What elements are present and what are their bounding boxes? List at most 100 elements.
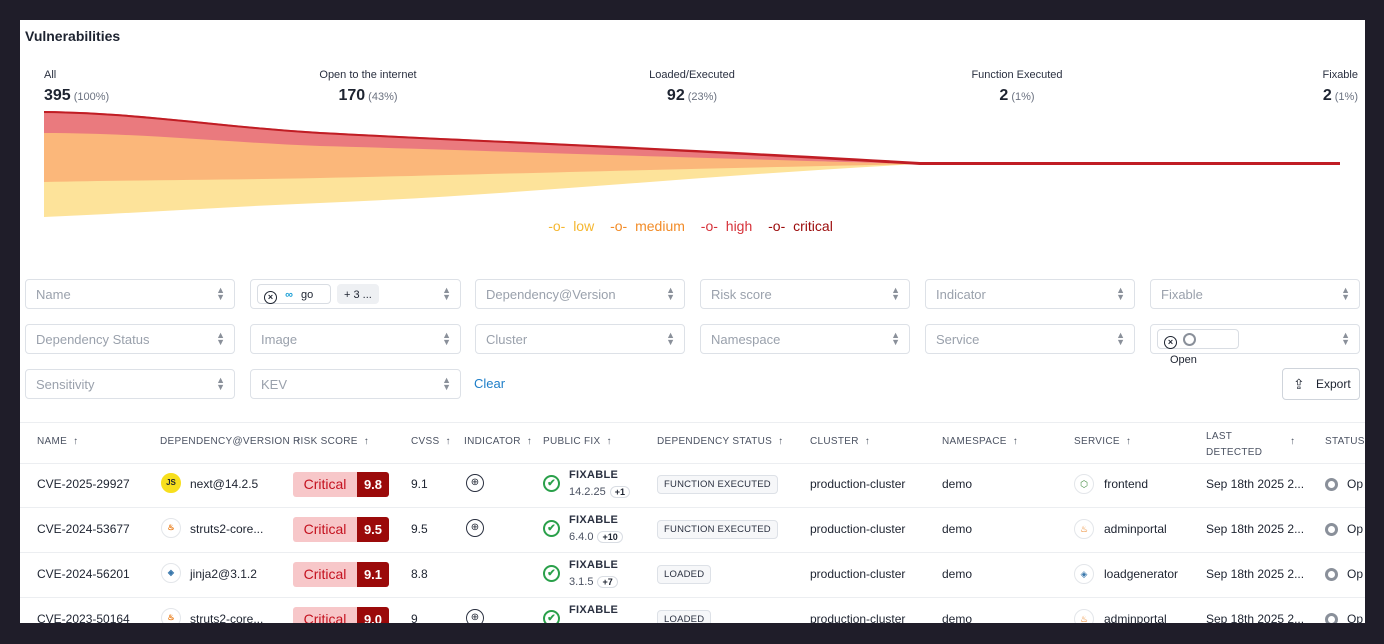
- col-indicator[interactable]: INDICATOR ↑: [464, 436, 532, 447]
- sort-icon: ↑: [606, 436, 612, 447]
- table-row[interactable]: CVE-2024-53677 ♨ struts2-core... Critica…: [20, 507, 1365, 553]
- filter-placeholder: Risk score: [711, 287, 772, 302]
- namespace: demo: [942, 522, 973, 536]
- filter-language[interactable]: × ∞ go + 3 ... ▲ ▼: [250, 279, 461, 309]
- filter-placeholder: Cluster: [486, 332, 528, 347]
- col-name[interactable]: NAME ↑: [37, 436, 78, 447]
- sort-icon: ↑: [1125, 436, 1132, 447]
- updown-icon: ▲ ▼: [1116, 330, 1125, 347]
- cvss: 8.8: [411, 567, 428, 581]
- filter-risk-score[interactable]: Risk score ▲ ▼: [700, 279, 910, 309]
- last-detected: Sep 18th 2025 2...: [1206, 612, 1305, 623]
- open-status-icon: [1325, 523, 1338, 536]
- cluster: production-cluster: [810, 612, 906, 623]
- python-icon: ◈: [161, 563, 181, 583]
- last-detected: Sep 18th 2025 2...: [1206, 477, 1305, 491]
- table-row[interactable]: CVE-2023-50164 ♨ struts2-core... Critica…: [20, 597, 1365, 623]
- legend-critical[interactable]: -o- critical: [768, 218, 837, 234]
- updown-icon: ▲ ▼: [1341, 285, 1350, 302]
- col-dependency-status[interactable]: DEPENDENCY STATUS ↑: [657, 436, 783, 447]
- dependency: next@14.2.5: [190, 477, 259, 491]
- col-status[interactable]: STATUS: [1325, 436, 1365, 447]
- filter-sensitivity[interactable]: Sensitivity ▲ ▼: [25, 369, 235, 399]
- cluster: production-cluster: [810, 567, 906, 581]
- cve-name[interactable]: CVE-2024-53677: [37, 522, 130, 536]
- cve-name[interactable]: CVE-2023-50164: [37, 612, 130, 623]
- filter-name[interactable]: Name ▲ ▼: [25, 279, 235, 309]
- filter-image[interactable]: Image ▲ ▼: [250, 324, 461, 354]
- go-icon: ∞: [285, 289, 293, 301]
- filter-namespace[interactable]: Namespace ▲ ▼: [700, 324, 910, 354]
- status: Op: [1347, 612, 1364, 623]
- dependency-status-badge: FUNCTION EXECUTED: [657, 475, 778, 494]
- fix-version: 14.2.25 +1: [569, 486, 630, 498]
- filter-status[interactable]: × Open ▲ ▼: [1150, 324, 1360, 366]
- filter-dependency-status[interactable]: Dependency Status ▲ ▼: [25, 324, 235, 354]
- sort-icon: ↑: [73, 436, 79, 447]
- col-last-detected[interactable]: LAST DETECTED: [1206, 429, 1262, 461]
- service: adminportal: [1104, 612, 1167, 623]
- cve-name[interactable]: CVE-2025-29927: [37, 477, 130, 491]
- open-status-icon: [1325, 568, 1338, 581]
- legend-high[interactable]: -o- high: [701, 218, 756, 234]
- export-label: Export: [1316, 377, 1351, 391]
- namespace: demo: [942, 612, 973, 623]
- updown-icon: ▲ ▼: [442, 375, 451, 392]
- legend-low[interactable]: -o- low: [548, 218, 598, 234]
- updown-icon: ▲ ▼: [666, 330, 675, 347]
- dependency-status-badge: LOADED: [657, 565, 712, 584]
- export-button[interactable]: ⇪ Export: [1282, 368, 1360, 400]
- filter-placeholder: Namespace: [711, 332, 781, 347]
- internet-exposed-icon: ⊕: [466, 519, 484, 537]
- col-risk-score[interactable]: RISK SCORE ↑: [293, 436, 369, 447]
- risk-score-badge: Critical 9.8: [293, 472, 389, 497]
- filter-service[interactable]: Service ▲ ▼: [925, 324, 1135, 354]
- updown-icon: ▲ ▼: [666, 285, 675, 302]
- last-detected: Sep 18th 2025 2...: [1206, 522, 1305, 536]
- wrench-icon: ✔: [543, 475, 560, 492]
- updown-icon: ▲ ▼: [891, 285, 900, 302]
- clear-filters-link[interactable]: Clear: [474, 376, 505, 391]
- col-namespace[interactable]: NAMESPACE ↑: [942, 436, 1018, 447]
- sort-icon: ↑: [363, 436, 369, 447]
- last-detected: Sep 18th 2025 2...: [1206, 567, 1305, 581]
- cvss: 9.1: [411, 477, 428, 491]
- remove-chip-icon[interactable]: ×: [1164, 336, 1177, 349]
- table-row[interactable]: CVE-2025-29927 JS next@14.2.5 Critical 9.…: [20, 462, 1365, 508]
- status-chip[interactable]: × Open: [1157, 329, 1239, 366]
- language-chip[interactable]: × ∞ go: [257, 284, 331, 304]
- cluster: production-cluster: [810, 522, 906, 536]
- legend-medium[interactable]: -o- medium: [610, 218, 689, 234]
- filter-cluster[interactable]: Cluster ▲ ▼: [475, 324, 685, 354]
- internet-exposed-icon: ⊕: [466, 474, 484, 492]
- remove-chip-icon[interactable]: ×: [264, 291, 277, 304]
- filter-indicator[interactable]: Indicator ▲ ▼: [925, 279, 1135, 309]
- cvss: 9: [411, 612, 418, 623]
- cve-name[interactable]: CVE-2024-56201: [37, 567, 130, 581]
- risk-score-badge: Critical 9.5: [293, 517, 389, 542]
- table-row[interactable]: CVE-2024-56201 ◈ jinja2@3.1.2 Critical 9.…: [20, 552, 1365, 598]
- updown-icon: ▲ ▼: [891, 330, 900, 347]
- open-status-icon: [1325, 478, 1338, 491]
- language-more-chip[interactable]: + 3 ...: [337, 284, 379, 304]
- col-cvss[interactable]: CVSS ↑: [411, 436, 451, 447]
- col-dependency-version[interactable]: DEPENDENCY@VERSION ↑: [160, 436, 301, 447]
- java-icon: ♨: [1074, 609, 1094, 623]
- filter-placeholder: Image: [261, 332, 298, 347]
- sort-icon: ↑: [526, 436, 533, 447]
- filter-fixable[interactable]: Fixable ▲ ▼: [1150, 279, 1360, 309]
- filter-dependency-version[interactable]: Dependency@Version ▲ ▼: [475, 279, 685, 309]
- sort-icon[interactable]: ↑: [1290, 436, 1295, 447]
- status: Op: [1347, 567, 1364, 581]
- dependency: struts2-core...: [190, 522, 264, 536]
- open-status-icon: [1325, 613, 1338, 623]
- updown-icon: ▲ ▼: [442, 285, 451, 302]
- filter-kev[interactable]: KEV ▲ ▼: [250, 369, 461, 399]
- service: adminportal: [1104, 522, 1167, 536]
- updown-icon: ▲ ▼: [216, 375, 225, 392]
- col-service[interactable]: SERVICE ↑: [1074, 436, 1131, 447]
- col-public-fix[interactable]: PUBLIC FIX ↑: [543, 436, 612, 447]
- col-cluster[interactable]: CLUSTER ↑: [810, 436, 870, 447]
- filter-placeholder: Service: [936, 332, 980, 347]
- funnel-flow-chart: [44, 111, 1340, 217]
